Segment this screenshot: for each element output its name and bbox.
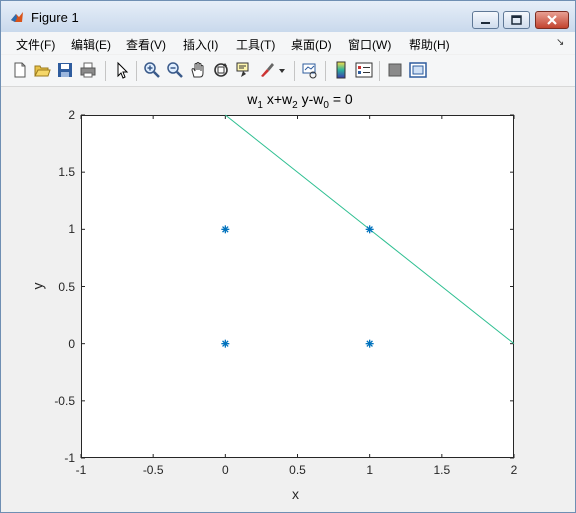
y-axis-label: y xyxy=(29,282,46,290)
x-tick-label: 0.5 xyxy=(289,463,306,477)
data-point-marker xyxy=(221,339,230,348)
y-tick-label: -1 xyxy=(64,451,75,465)
y-tick-label: 1.5 xyxy=(58,165,75,180)
y-tick-label: 2 xyxy=(68,108,75,122)
x-tick-label: -1 xyxy=(75,463,87,477)
x-tick-label: 1 xyxy=(366,463,373,477)
x-axis-label: x xyxy=(292,486,299,502)
x-tick-label: 0 xyxy=(221,463,229,477)
y-tick-label: 0 xyxy=(68,336,75,351)
x-tick-label: -0.5 xyxy=(142,463,164,477)
x-tick-label: 2 xyxy=(510,463,518,477)
x-tick-label: 1.5 xyxy=(433,463,451,477)
y-tick-label: -0.5 xyxy=(54,393,75,408)
plot-layer xyxy=(80,114,515,459)
data-point-marker xyxy=(365,339,374,348)
data-point-marker xyxy=(221,225,230,234)
y-tick-label: 0.5 xyxy=(58,279,75,294)
y-tick-label: 1 xyxy=(68,222,75,237)
